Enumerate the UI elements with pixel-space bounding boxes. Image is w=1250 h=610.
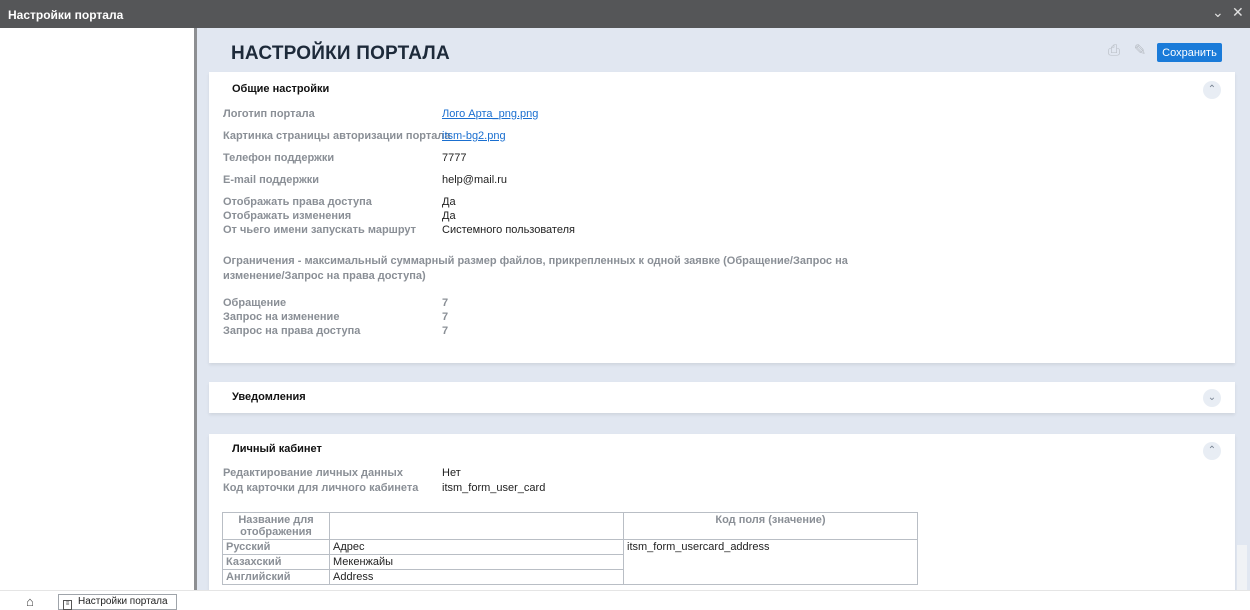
personal-cabinet-card: Личный кабинет ⌃ Редактирование личных д… xyxy=(209,434,1235,590)
limit-request-value: 7 xyxy=(442,297,449,309)
notifications-title: Уведомления xyxy=(232,391,306,403)
row-language: Английский xyxy=(222,569,330,585)
limit-access-value: 7 xyxy=(442,325,449,337)
limit-access-label: Запрос на права доступа xyxy=(223,325,361,337)
taskbar: ⌂ ≡ Настройки портала xyxy=(0,590,1250,610)
minimize-chevron-icon[interactable]: ⌄ xyxy=(1212,4,1224,21)
logo-label: Логотип портала xyxy=(223,108,315,120)
auth-image-file-link[interactable]: itsm-bg2.png xyxy=(442,130,506,142)
window-titlebar: Настройки портала ⌄ ✕ xyxy=(0,0,1250,28)
row-language: Русский xyxy=(222,539,330,555)
email-value: help@mail.ru xyxy=(442,174,507,186)
column-header-empty xyxy=(329,512,624,540)
edit-personal-data-label: Редактирование личных данных xyxy=(223,467,403,479)
show-changes-label: Отображать изменения xyxy=(223,210,352,222)
limit-request-label: Обращение xyxy=(223,297,287,309)
row-display-value[interactable]: Мекенжайы xyxy=(329,554,624,570)
auth-image-label: Картинка страницы авторизации портала xyxy=(223,130,451,142)
field-code-value[interactable]: itsm_form_usercard_address xyxy=(623,539,918,585)
home-icon[interactable]: ⌂ xyxy=(26,594,34,609)
edit-personal-data-value: Нет xyxy=(442,467,461,479)
logo-file-link[interactable]: Лого Арта_png.png xyxy=(442,108,538,120)
card-code-value: itsm_form_user_card xyxy=(442,482,546,494)
table-row[interactable]: Русский Адрес itsm_form_usercard_address xyxy=(222,539,918,585)
email-label: E-mail поддержки xyxy=(223,174,320,186)
main-content: НАСТРОЙКИ ПОРТАЛА ⎙ ✎ Сохранить Общие на… xyxy=(197,28,1250,590)
collapse-chevron-up-icon[interactable]: ⌃ xyxy=(1203,81,1221,99)
print-icon[interactable]: ⎙ xyxy=(1105,42,1123,60)
notifications-card[interactable]: Уведомления ⌄ xyxy=(209,382,1235,413)
expand-chevron-down-icon[interactable]: ⌄ xyxy=(1203,389,1221,407)
close-icon[interactable]: ✕ xyxy=(1232,4,1244,21)
taskbar-tab-label: Настройки портала xyxy=(78,596,168,607)
general-settings-title: Общие настройки xyxy=(232,83,330,95)
window-title: Настройки портала xyxy=(8,8,124,22)
row-language: Казахский xyxy=(222,554,330,570)
left-panel xyxy=(0,28,194,590)
limit-change-value: 7 xyxy=(442,311,449,323)
show-access-value: Да xyxy=(442,196,456,208)
collapse-chevron-up-icon[interactable]: ⌃ xyxy=(1203,442,1221,460)
document-icon: ≡ xyxy=(63,600,72,610)
table-header-row: Название для отображения Код поля (значе… xyxy=(222,512,918,540)
show-access-label: Отображать права доступа xyxy=(223,196,372,208)
run-as-label: От чьего имени запускать маршрут xyxy=(223,224,417,236)
personal-cabinet-title: Личный кабинет xyxy=(232,443,322,455)
save-button[interactable]: Сохранить xyxy=(1157,43,1222,62)
phone-label: Телефон поддержки xyxy=(223,152,335,164)
limit-change-label: Запрос на изменение xyxy=(223,311,340,323)
phone-value: 7777 xyxy=(442,152,467,164)
run-as-value: Системного пользователя xyxy=(442,224,575,236)
limits-note: Ограничения - максимальный суммарный раз… xyxy=(223,255,848,282)
general-settings-card: Общие настройки ⌃ Логотип портала Лого А… xyxy=(209,72,1235,363)
show-changes-value: Да xyxy=(442,210,456,222)
card-code-label: Код карточки для личного кабинета xyxy=(223,482,419,494)
column-header-name: Название для отображения xyxy=(222,512,330,540)
vertical-scrollbar[interactable] xyxy=(1237,545,1247,590)
row-display-value[interactable]: Адрес xyxy=(329,539,624,555)
field-mapping-table: Название для отображения Код поля (значе… xyxy=(222,512,918,585)
row-display-value[interactable]: Address xyxy=(329,569,624,585)
edit-icon[interactable]: ✎ xyxy=(1131,42,1149,60)
taskbar-tab-portal-settings[interactable]: ≡ Настройки портала xyxy=(58,594,177,610)
page-title: НАСТРОЙКИ ПОРТАЛА xyxy=(231,43,450,64)
column-header-code: Код поля (значение) xyxy=(623,512,918,540)
